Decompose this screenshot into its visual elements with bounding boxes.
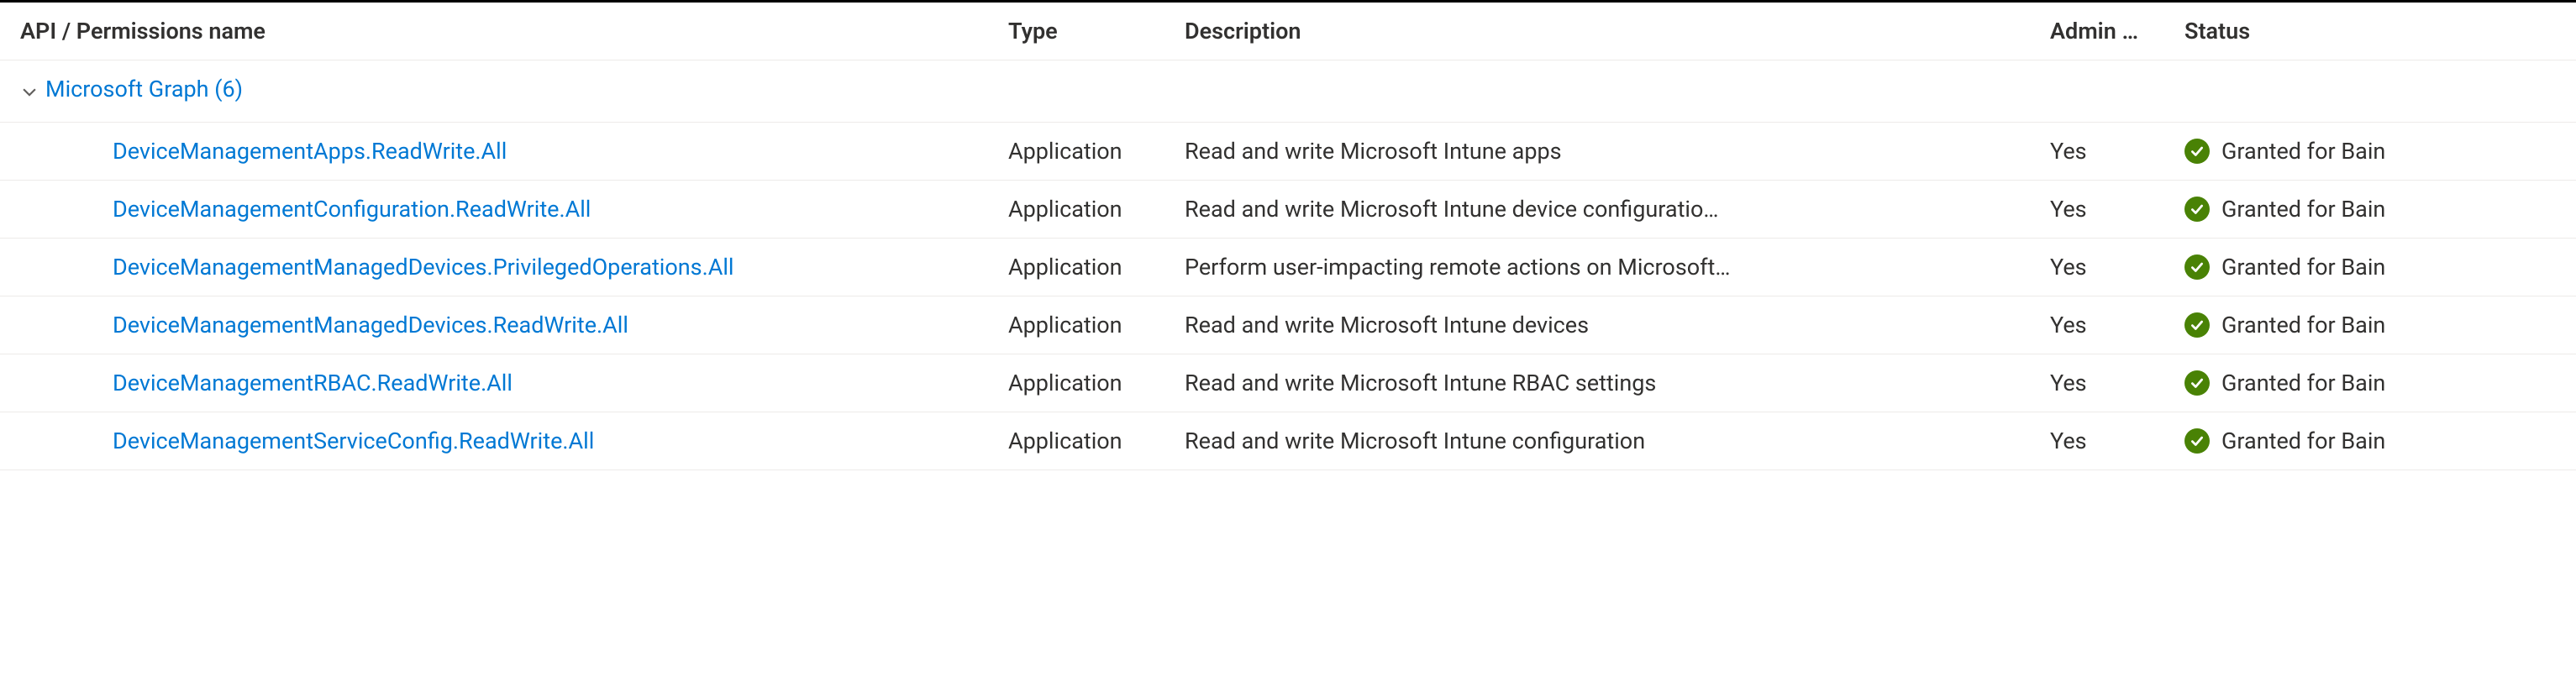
granted-check-icon: [2184, 197, 2210, 222]
column-header-status[interactable]: Status: [2184, 2, 2576, 60]
permission-admin-consent: Yes: [2050, 123, 2184, 181]
permission-name-link[interactable]: DeviceManagementManagedDevices.Privilege…: [20, 254, 733, 281]
permission-status-label: Granted for Bain: [2221, 196, 2385, 223]
table-row: DeviceManagementServiceConfig.ReadWrite.…: [0, 412, 2576, 470]
permission-description: Read and write Microsoft Intune devices: [1185, 296, 2050, 354]
granted-check-icon: [2184, 370, 2210, 396]
permission-description: Read and write Microsoft Intune configur…: [1185, 412, 2050, 470]
table-row: DeviceManagementManagedDevices.Privilege…: [0, 239, 2576, 296]
permission-description: Read and write Microsoft Intune RBAC set…: [1185, 354, 2050, 412]
permission-type: Application: [1008, 239, 1185, 296]
api-group-toggle[interactable]: Microsoft Graph (6): [20, 76, 243, 102]
permission-name-link[interactable]: DeviceManagementConfiguration.ReadWrite.…: [20, 196, 591, 223]
permission-type: Application: [1008, 354, 1185, 412]
granted-check-icon: [2184, 312, 2210, 338]
permission-status-cell: Granted for Bain: [2184, 181, 2576, 239]
table-header-row: API / Permissions name Type Description …: [0, 2, 2576, 60]
permission-status-label: Granted for Bain: [2221, 138, 2385, 165]
permission-status-label: Granted for Bain: [2221, 370, 2385, 396]
permission-type: Application: [1008, 181, 1185, 239]
granted-check-icon: [2184, 139, 2210, 164]
permission-description: Read and write Microsoft Intune device c…: [1185, 181, 2050, 239]
column-header-admin[interactable]: Admin …: [2050, 2, 2184, 60]
table-row: DeviceManagementApps.ReadWrite.All Applic…: [0, 123, 2576, 181]
permission-status-cell: Granted for Bain: [2184, 296, 2576, 354]
column-header-name[interactable]: API / Permissions name: [0, 2, 1008, 60]
permission-type: Application: [1008, 412, 1185, 470]
api-group-label: Microsoft Graph (6): [45, 76, 243, 102]
permission-status-label: Granted for Bain: [2221, 254, 2385, 281]
permission-name-link[interactable]: DeviceManagementRBAC.ReadWrite.All: [20, 370, 513, 396]
permission-status-label: Granted for Bain: [2221, 428, 2385, 454]
permission-admin-consent: Yes: [2050, 412, 2184, 470]
permission-description: Read and write Microsoft Intune apps: [1185, 123, 2050, 181]
permission-admin-consent: Yes: [2050, 239, 2184, 296]
permission-status-label: Granted for Bain: [2221, 312, 2385, 338]
table-row: DeviceManagementConfiguration.ReadWrite.…: [0, 181, 2576, 239]
permission-status-cell: Granted for Bain: [2184, 239, 2576, 296]
permission-name-link[interactable]: DeviceManagementApps.ReadWrite.All: [20, 138, 507, 165]
permission-type: Application: [1008, 123, 1185, 181]
api-group-row: Microsoft Graph (6): [0, 60, 2576, 123]
permission-admin-consent: Yes: [2050, 296, 2184, 354]
table-row: DeviceManagementManagedDevices.ReadWrite…: [0, 296, 2576, 354]
permission-status-cell: Granted for Bain: [2184, 123, 2576, 181]
permission-name-link[interactable]: DeviceManagementServiceConfig.ReadWrite.…: [20, 428, 594, 454]
permission-admin-consent: Yes: [2050, 354, 2184, 412]
permission-type: Application: [1008, 296, 1185, 354]
permission-admin-consent: Yes: [2050, 181, 2184, 239]
granted-check-icon: [2184, 428, 2210, 454]
permissions-table: API / Permissions name Type Description …: [0, 0, 2576, 470]
column-header-type[interactable]: Type: [1008, 2, 1185, 60]
permission-name-link[interactable]: DeviceManagementManagedDevices.ReadWrite…: [20, 312, 628, 338]
table-row: DeviceManagementRBAC.ReadWrite.All Applic…: [0, 354, 2576, 412]
permission-status-cell: Granted for Bain: [2184, 354, 2576, 412]
permission-description: Perform user-impacting remote actions on…: [1185, 239, 2050, 296]
column-header-description[interactable]: Description: [1185, 2, 2050, 60]
permission-status-cell: Granted for Bain: [2184, 412, 2576, 470]
chevron-down-icon: [20, 80, 39, 98]
granted-check-icon: [2184, 254, 2210, 280]
